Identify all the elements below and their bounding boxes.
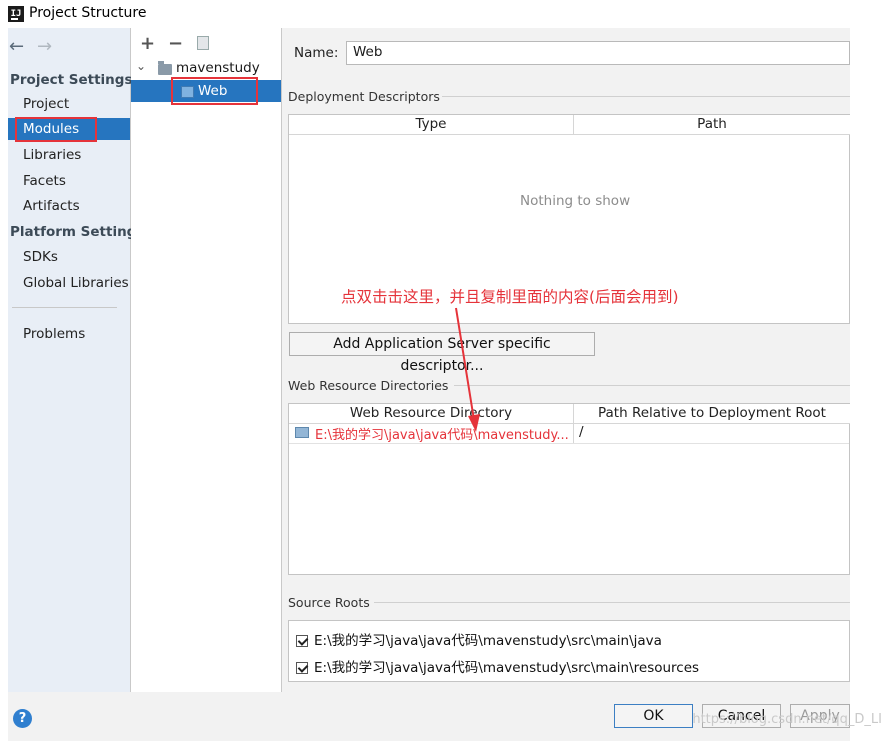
table-row[interactable]: E:\我的学习\java\java代码\mavenstudy... / <box>289 423 849 444</box>
window-title: Project Structure <box>29 5 147 21</box>
web-highlight-box <box>171 77 258 105</box>
group-divider <box>442 96 850 97</box>
copy-icon[interactable] <box>197 36 209 50</box>
add-icon[interactable]: + <box>140 33 155 54</box>
sidebar-divider <box>12 307 117 308</box>
web-resource-directories-title: Web Resource Directories <box>288 378 449 393</box>
module-folder-icon <box>158 61 172 75</box>
tree-node-mavenstudy[interactable]: ⌄ mavenstudy <box>131 57 281 79</box>
source-root-item[interactable]: E:\我的学习\java\java代码\mavenstudy\src\main\… <box>296 629 662 649</box>
sidebar-item-facets[interactable]: Facets <box>8 170 130 192</box>
sidebar-item-sdks[interactable]: SDKs <box>8 246 130 268</box>
module-tree-panel <box>131 28 282 692</box>
sidebar-item-project[interactable]: Project <box>8 93 130 115</box>
source-roots-title: Source Roots <box>288 595 370 610</box>
platform-settings-header: Platform Settings <box>10 224 145 240</box>
intellij-app-icon: IJ <box>8 6 24 22</box>
web-resource-table[interactable]: Web Resource Directory Path Relative to … <box>288 403 850 575</box>
tree-node-label: mavenstudy <box>176 60 260 76</box>
sidebar-item-artifacts[interactable]: Artifacts <box>8 195 130 217</box>
cell-divider <box>573 423 574 443</box>
deployment-descriptors-title: Deployment Descriptors <box>288 89 440 104</box>
source-root-checkbox[interactable] <box>296 662 308 674</box>
remove-icon[interactable]: − <box>168 33 183 54</box>
modules-highlight-box <box>15 117 97 142</box>
source-root-path: E:\我的学习\java\java代码\mavenstudy\src\main\… <box>314 633 662 649</box>
sidebar-item-problems[interactable]: Problems <box>8 323 130 345</box>
column-header-type[interactable]: Type <box>289 115 573 135</box>
watermark-text: https://blog.csdn.net/qq_D_LI <box>692 712 882 727</box>
sidebar-item-libraries[interactable]: Libraries <box>8 144 130 166</box>
relative-path-cell[interactable]: / <box>579 424 584 440</box>
empty-table-text: Nothing to show <box>520 193 631 209</box>
back-arrow-icon[interactable]: ← <box>9 36 24 57</box>
help-icon[interactable]: ? <box>13 709 32 728</box>
web-folder-icon <box>295 427 309 438</box>
sidebar-item-global-libraries[interactable]: Global Libraries <box>8 272 130 294</box>
project-settings-header: Project Settings <box>10 72 133 88</box>
source-root-path: E:\我的学习\java\java代码\mavenstudy\src\main\… <box>314 660 700 676</box>
annotation-arrow <box>455 307 480 432</box>
column-header-path-relative[interactable]: Path Relative to Deployment Root <box>573 404 850 424</box>
name-label: Name: <box>294 45 339 61</box>
source-root-item[interactable]: E:\我的学习\java\java代码\mavenstudy\src\main\… <box>296 656 699 676</box>
title-bar: IJ Project Structure <box>0 0 888 28</box>
forward-arrow-icon[interactable]: → <box>37 36 52 57</box>
source-root-checkbox[interactable] <box>296 635 308 647</box>
group-divider <box>454 385 850 386</box>
ok-button[interactable]: OK <box>614 704 693 728</box>
instruction-annotation: 点双击击这里，并且复制里面的内容(后面会用到) <box>341 288 679 306</box>
column-header-web-resource-directory[interactable]: Web Resource Directory <box>289 404 573 424</box>
chevron-down-icon[interactable]: ⌄ <box>136 55 146 77</box>
column-header-path[interactable]: Path <box>573 115 850 135</box>
name-field[interactable]: Web <box>346 41 850 65</box>
group-divider <box>374 602 850 603</box>
